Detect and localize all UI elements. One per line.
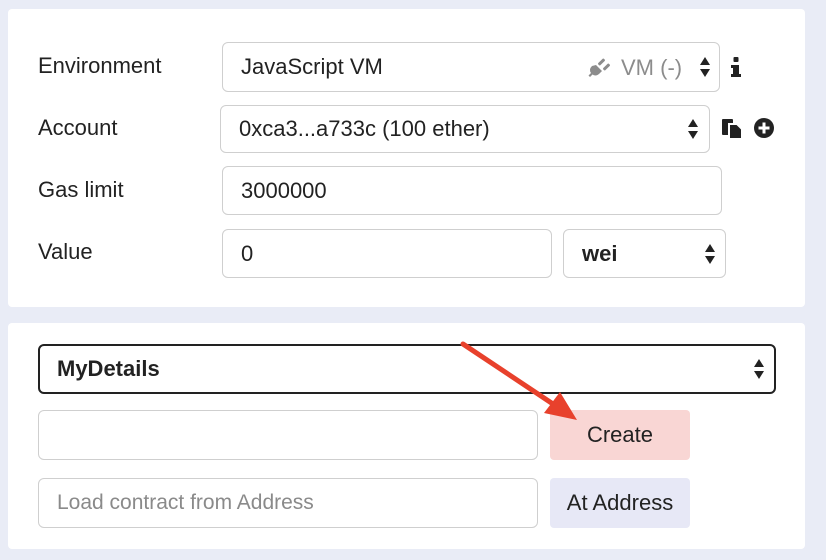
arrow-shaft (460, 341, 556, 407)
annotation-arrow (460, 341, 577, 420)
arrow-head (544, 392, 577, 420)
